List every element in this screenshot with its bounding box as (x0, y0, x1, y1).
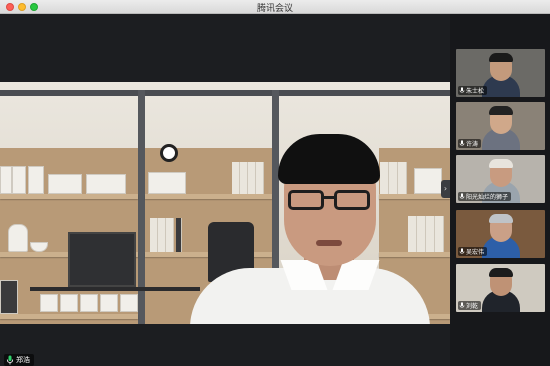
participant-name-tag: 许涛 (458, 139, 482, 148)
participant-name-tag: 阳光灿烂的狮子 (458, 192, 512, 201)
title-bar: 腾讯会议 (0, 0, 550, 14)
monitor-decoration (68, 232, 136, 287)
microphone-icon (6, 355, 14, 365)
clock-decoration (160, 144, 178, 162)
active-speaker-video[interactable] (0, 82, 450, 324)
participant-name-tag: 吴宏伟 (458, 247, 488, 256)
participant-name-tag: 刘乾 (458, 301, 482, 310)
participant-name: 许涛 (466, 141, 479, 148)
participant-name: 阳光灿烂的狮子 (466, 194, 509, 201)
window-title: 腾讯会议 (256, 4, 293, 14)
participant-video[interactable]: 阳光灿烂的狮子 (456, 155, 545, 203)
microphone-icon (459, 87, 465, 93)
participant-name-tag: 朱士松 (458, 86, 488, 95)
participant-video[interactable]: 刘乾 (456, 264, 545, 312)
main-video-area[interactable]: 郑浩 (0, 14, 450, 366)
collapse-sidebar-button[interactable]: › (441, 180, 450, 198)
participant-name: 吴宏伟 (466, 249, 485, 256)
participant-sidebar[interactable]: 朱士松许涛阳光灿烂的狮子 吴宏伟刘乾 (450, 14, 550, 366)
microphone-icon (459, 302, 465, 308)
microphone-icon (459, 193, 465, 199)
participant-hair (489, 268, 513, 277)
participant-video[interactable]: 朱士松 (456, 49, 545, 97)
participant-video[interactable]: 许涛 (456, 102, 545, 150)
meeting-window: 腾讯会议 郑浩 › 朱士松 许涛 阳光灿烂的狮子 吴宏伟 刘乾 (0, 0, 550, 366)
participant-hair (489, 159, 513, 168)
microphone-icon (459, 140, 465, 146)
participant-name: 刘乾 (466, 303, 479, 310)
participant-hair (489, 214, 513, 223)
participant-name: 朱士松 (466, 88, 485, 95)
participant-hair (489, 106, 513, 115)
participant-hair (489, 53, 513, 62)
microphone-icon (459, 248, 465, 254)
speaker-name-tag: 郑浩 (4, 354, 34, 366)
speaker-name: 郑浩 (16, 356, 30, 364)
desk-decoration (30, 287, 200, 291)
participant-video[interactable]: 吴宏伟 (456, 210, 545, 258)
